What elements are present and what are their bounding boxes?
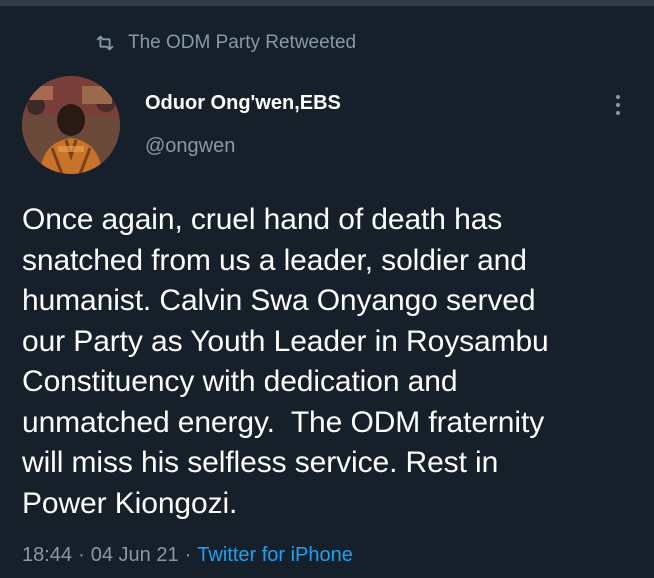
author-handle[interactable]: @ongwen — [145, 135, 235, 158]
avatar[interactable] — [22, 76, 120, 174]
meta-separator: · — [78, 544, 85, 566]
tweet-time: 18:44 — [22, 544, 73, 566]
tweet-source-link[interactable]: Twitter for iPhone — [197, 544, 353, 567]
author-display-name[interactable]: Oduor Ong'wen,EBS — [145, 92, 341, 115]
avatar-photo — [22, 76, 120, 174]
more-options-icon[interactable] — [604, 88, 632, 122]
top-divider — [0, 0, 654, 6]
tweet-date: 04 Jun 21 — [90, 544, 179, 566]
tweet-text: Once again, cruel hand of death has snat… — [22, 203, 549, 520]
tweet-meta: 18:44 · 04 Jun 21 · Twitter for iPhone — [22, 544, 353, 567]
retweet-context[interactable]: The ODM Party Retweeted — [94, 30, 356, 56]
retweet-icon — [96, 35, 114, 51]
retweet-label: The ODM Party Retweeted — [128, 32, 357, 53]
meta-separator-2: · — [184, 544, 192, 566]
